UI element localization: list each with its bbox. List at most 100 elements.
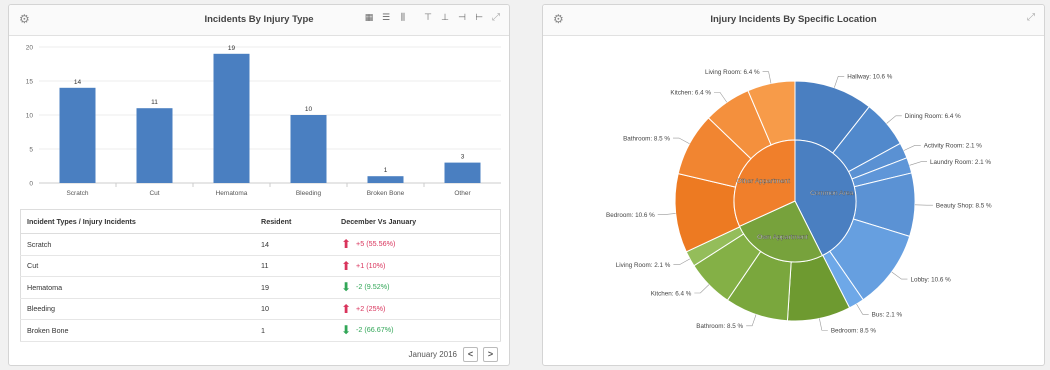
change-value: +1 (10%) xyxy=(356,260,386,270)
leader-line xyxy=(834,75,845,88)
pie-outer-label: Beauty Shop: 8.5 % xyxy=(936,202,992,209)
change-cell: ⬆ +2 (25%) xyxy=(335,298,501,320)
data-label: 19 xyxy=(228,45,236,52)
resident-cell: 10 xyxy=(255,298,335,320)
pie-outer-label: Bathroom: 8.5 % xyxy=(623,135,670,142)
align-right-icon[interactable]: ⊢ xyxy=(473,12,485,25)
table-row[interactable]: Scratch 14 ⬆ +5 (55.56%) xyxy=(20,233,501,256)
change-value: +2 (25%) xyxy=(356,303,386,313)
x-tick-label: Other xyxy=(454,190,471,197)
x-tick-label: Bleeding xyxy=(296,190,322,197)
change-cell: ⬆ +5 (55.56%) xyxy=(335,233,501,256)
pie-outer-label: Bathroom: 8.5 % xyxy=(696,323,743,330)
leader-line xyxy=(891,271,908,280)
x-tick-label: Cut xyxy=(149,190,159,197)
y-tick-label: 0 xyxy=(29,181,33,188)
table-row[interactable]: Broken Bone 1 ⬇ -2 (66.67%) xyxy=(20,319,501,342)
leader-line xyxy=(903,145,921,151)
leader-line xyxy=(673,258,691,266)
incident-type-cell: Bleeding xyxy=(20,298,255,320)
resident-cell: 1 xyxy=(255,319,335,342)
arrow-up-icon: ⬆ xyxy=(341,301,352,316)
data-label: 1 xyxy=(384,167,388,174)
resident-cell: 19 xyxy=(255,276,335,299)
align-left-icon[interactable]: ⊣ xyxy=(456,12,468,25)
change-cell: ⬇ -2 (9.52%) xyxy=(335,276,501,299)
y-tick-label: 15 xyxy=(26,79,34,86)
resident-cell: 11 xyxy=(255,255,335,277)
change-cell: ⬆ +1 (10%) xyxy=(335,255,501,277)
expand-icon[interactable]: ⤢ xyxy=(1027,12,1035,23)
pie-inner-label: Common Area xyxy=(810,190,854,197)
leader-line xyxy=(657,213,676,215)
change-value: -2 (66.67%) xyxy=(356,325,394,335)
column-header: Resident xyxy=(255,209,335,234)
change-value: +5 (55.56%) xyxy=(356,239,396,249)
data-label: 3 xyxy=(461,154,465,161)
pie-outer-label: Living Room: 6.4 % xyxy=(705,69,760,76)
table-row[interactable]: Hematoma 19 ⬇ -2 (9.52%) xyxy=(20,276,501,299)
arrow-down-icon: ⬇ xyxy=(341,323,352,338)
prev-button[interactable]: < xyxy=(463,347,478,362)
table-row[interactable]: Bleeding 10 ⬆ +2 (25%) xyxy=(20,298,501,320)
resident-cell: 14 xyxy=(255,233,335,256)
change-value: -2 (9.52%) xyxy=(356,282,390,292)
list-icon[interactable]: ☰ xyxy=(380,12,392,25)
bar xyxy=(290,115,327,183)
leader-line xyxy=(856,303,869,315)
grid-icon[interactable]: ▦ xyxy=(363,12,375,25)
align-top-icon[interactable]: ⊤ xyxy=(422,12,434,25)
incidents-table: Incident Types / Injury Incidents Reside… xyxy=(20,209,501,342)
arrow-down-icon: ⬇ xyxy=(341,280,352,295)
bar-chart-panel: ⚙ Incidents By Injury Type ▦ ☰ ⫼ ⊤ ⊥ ⊣ ⊢… xyxy=(8,4,510,366)
table-row[interactable]: Cut 11 ⬆ +1 (10%) xyxy=(20,255,501,277)
leader-line xyxy=(819,318,828,331)
bar xyxy=(59,87,96,183)
y-tick-label: 5 xyxy=(29,147,33,154)
x-tick-label: Scratch xyxy=(66,190,88,197)
bar xyxy=(136,108,173,183)
align-bottom-icon[interactable]: ⊥ xyxy=(439,12,451,25)
next-button[interactable]: > xyxy=(483,347,498,362)
data-label: 14 xyxy=(74,79,82,86)
columns-icon[interactable]: ⫼ xyxy=(397,12,409,25)
pie-outer-label: Kitchen: 6.4 % xyxy=(651,290,692,297)
pie-chart-panel: ⚙ Injury Incidents By Specific Location … xyxy=(542,4,1045,366)
change-cell: ⬇ -2 (66.67%) xyxy=(335,319,501,342)
y-tick-label: 10 xyxy=(26,113,34,120)
incident-type-cell: Hematoma xyxy=(20,276,255,299)
table-header-row: Incident Types / Injury Incidents Reside… xyxy=(20,209,501,234)
pie-chart: Hallway: 10.6 % Dining Room: 6.4 % Activit… xyxy=(606,69,992,335)
column-header: December Vs January xyxy=(335,209,501,234)
incident-type-cell: Scratch xyxy=(20,233,255,256)
leader-line xyxy=(672,137,690,145)
y-tick-label: 20 xyxy=(26,45,34,52)
pie-outer-label: Bedroom: 8.5 % xyxy=(831,328,877,335)
leader-line xyxy=(694,284,710,294)
panel-header: ⚙ Injury Incidents By Specific Location … xyxy=(543,5,1044,36)
leader-line xyxy=(909,161,928,166)
expand-icon[interactable]: ⤢ xyxy=(492,12,500,23)
pie-outer-label: Hallway: 10.6 % xyxy=(847,74,893,81)
arrow-up-icon: ⬆ xyxy=(341,237,352,252)
pie-outer-label: Lobby: 10.6 % xyxy=(910,276,951,283)
pie-outer-label: Bedroom: 10.6 % xyxy=(606,212,655,219)
bar xyxy=(444,162,481,183)
data-label: 11 xyxy=(151,99,158,106)
pie-inner-label: Own Appartment xyxy=(757,234,808,241)
column-header: Incident Types / Injury Incidents xyxy=(20,209,255,234)
x-tick-label: Broken Bone xyxy=(367,190,405,197)
leader-line xyxy=(886,115,902,124)
pie-outer-label: Living Room: 2.1 % xyxy=(616,262,671,269)
x-tick-label: Hematoma xyxy=(216,190,248,197)
bar xyxy=(367,176,404,183)
bar xyxy=(213,53,250,183)
pie-outer-label: Bus: 2.1 % xyxy=(872,312,903,319)
panel-header: ⚙ Incidents By Injury Type ▦ ☰ ⫼ ⊤ ⊥ ⊣ ⊢… xyxy=(9,5,509,36)
arrow-up-icon: ⬆ xyxy=(341,258,352,273)
period-label: January 2016 xyxy=(408,350,457,359)
pie-inner-label: Other Appartment xyxy=(736,178,790,185)
leader-line xyxy=(713,92,728,103)
pager: January 2016 < > xyxy=(409,347,498,362)
bar-chart: 0 5 10 15 20 14 Scratch 11 Cut 19 Hematoma 10 Bleedi… xyxy=(26,45,501,197)
